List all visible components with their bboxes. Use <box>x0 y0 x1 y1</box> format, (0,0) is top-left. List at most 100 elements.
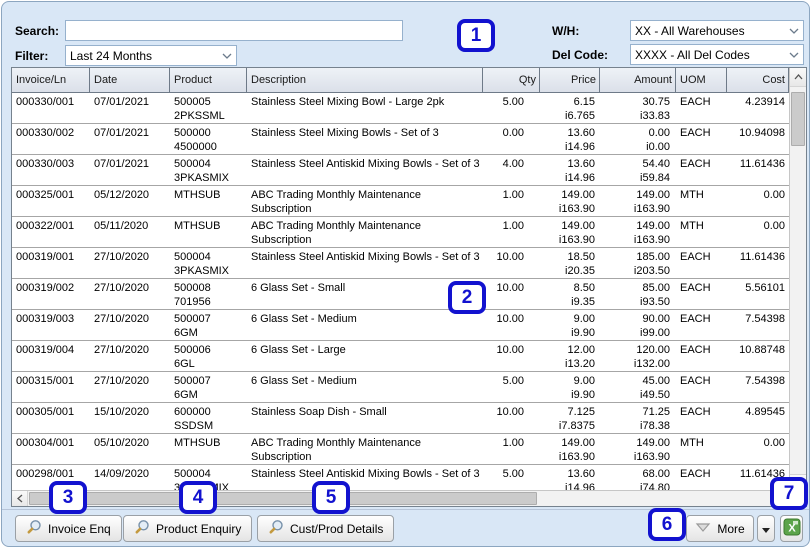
more-button[interactable]: More <box>686 515 754 542</box>
del-code-select[interactable]: XXXX - All Del Codes <box>630 44 804 65</box>
cell-uom: EACH <box>680 313 711 325</box>
callout-7: 7 <box>770 477 808 510</box>
cell-product: 500006 6GL <box>174 344 211 370</box>
cell-qty: 0.00 <box>502 127 524 139</box>
table-row[interactable]: 000330/001 07/01/2021 500005 2PKSSML Stainle… <box>12 93 789 124</box>
cell-description: ABC Trading Monthly Maintenance Subscrip… <box>251 189 421 215</box>
cell-invoice: 000304/001 <box>16 437 75 449</box>
cell-invoice: 000305/001 <box>16 406 75 418</box>
cell-product: 500005 2PKSSML <box>174 96 225 122</box>
cell-date: 27/10/2020 <box>94 375 150 387</box>
cell-description: Stainless Steel Antiskid Mixing Bowls - … <box>251 158 480 170</box>
cell-date: 27/10/2020 <box>94 251 150 263</box>
cell-date: 27/10/2020 <box>94 313 150 325</box>
cell-product: MTHSUB <box>174 437 221 449</box>
cell-description: ABC Trading Monthly Maintenance Subscrip… <box>251 220 421 246</box>
column-header-description[interactable]: Description <box>247 68 483 92</box>
column-header-uom[interactable]: UOM <box>676 68 727 92</box>
cell-description: Stainless Steel Mixing Bowl - Large 2pk <box>251 96 445 108</box>
horizontal-scrollbar[interactable] <box>12 490 789 506</box>
cell-description: ABC Trading Monthly Maintenance Subscrip… <box>251 437 421 463</box>
cell-invoice: 000322/001 <box>16 220 75 232</box>
cell-price: 8.50 i9.35 <box>571 282 595 308</box>
cell-product: MTHSUB <box>174 189 221 201</box>
column-header-qty[interactable]: Qty <box>483 68 540 92</box>
column-header-product[interactable]: Product <box>170 68 247 92</box>
cell-amount: 54.40 i59.84 <box>640 158 670 184</box>
cell-date: 07/01/2021 <box>94 96 150 108</box>
table-row[interactable]: 000305/001 15/10/2020 600000 SSDSM Stainless… <box>12 403 789 434</box>
vertical-scrollbar[interactable] <box>789 68 806 490</box>
table-row[interactable]: 000315/001 27/10/2020 500007 6GM 6 Glass Set… <box>12 372 789 403</box>
table-row[interactable]: 000319/003 27/10/2020 500007 6GM 6 Glass Set… <box>12 310 789 341</box>
chevron-down-icon <box>785 52 803 58</box>
search-input[interactable] <box>65 20 403 41</box>
column-header-price[interactable]: Price <box>540 68 600 92</box>
cell-price: 149.00 i163.90 <box>558 189 595 215</box>
more-dropdown-button[interactable] <box>757 515 775 542</box>
cell-uom: EACH <box>680 127 711 139</box>
column-header-cost[interactable]: Cost <box>727 68 789 92</box>
cell-qty: 10.00 <box>496 251 524 263</box>
product-enquiry-label: Product Enquiry <box>156 521 242 536</box>
vertical-scrollbar-thumb[interactable] <box>791 92 805 146</box>
cell-amount: 149.00 i163.90 <box>633 189 670 215</box>
cell-invoice: 000330/001 <box>16 96 75 108</box>
del-code-select-value: XXXX - All Del Codes <box>635 47 750 62</box>
table-row[interactable]: 000319/002 27/10/2020 500008 701956 6 Glass … <box>12 279 789 310</box>
cell-description: 6 Glass Set - Medium <box>251 313 357 325</box>
cell-description: 6 Glass Set - Large <box>251 344 346 356</box>
column-header-date[interactable]: Date <box>90 68 170 92</box>
enquiry-window: Search: Filter: Last 24 Months W/H: XX -… <box>1 1 810 547</box>
cell-qty: 10.00 <box>496 282 524 294</box>
cell-description: 6 Glass Set - Medium <box>251 375 357 387</box>
chevron-down-icon <box>785 28 803 34</box>
table-row[interactable]: 000330/003 07/01/2021 500004 3PKASMIX Stainl… <box>12 155 789 186</box>
table-row[interactable]: 000319/004 27/10/2020 500006 6GL 6 Glass Set… <box>12 341 789 372</box>
table-row[interactable]: 000322/001 05/11/2020 MTHSUB ABC Trading Mo… <box>12 217 789 248</box>
product-enquiry-button[interactable]: Product Enquiry <box>123 515 253 542</box>
cell-amount: 85.00 i93.50 <box>640 282 670 308</box>
cell-description: Stainless Soap Dish - Small <box>251 406 387 418</box>
triangle-down-icon <box>695 522 711 536</box>
callout-6: 6 <box>648 508 686 541</box>
export-excel-button[interactable]: X <box>780 515 803 542</box>
table-row[interactable]: 000330/002 07/01/2021 500000 4500000 Stainle… <box>12 124 789 155</box>
cell-date: 05/11/2020 <box>94 220 149 232</box>
callout-1: 1 <box>457 19 495 52</box>
horizontal-scrollbar-thumb[interactable] <box>29 492 537 505</box>
cell-product: 500000 4500000 <box>174 127 217 153</box>
cell-cost: 7.54398 <box>745 375 785 387</box>
cell-uom: MTH <box>680 437 704 449</box>
cust-prod-details-label: Cust/Prod Details <box>290 521 384 536</box>
filter-select[interactable]: Last 24 Months <box>65 45 237 66</box>
invoice-enq-button[interactable]: Invoice Enq <box>15 515 122 542</box>
table-row[interactable]: 000298/00114/09/20205000043PKASMIXStainl… <box>12 465 789 490</box>
cell-description: Stainless Steel Antiskid Mixing Bowls - … <box>251 468 480 480</box>
table-row[interactable]: 000304/001 05/10/2020 MTHSUB ABC Trading Mo… <box>12 434 789 465</box>
cell-invoice: 000319/003 <box>16 313 75 325</box>
cell-qty: 10.00 <box>496 313 524 325</box>
scroll-up-button[interactable] <box>790 68 806 87</box>
cell-amount: 30.75 i33.83 <box>640 96 670 122</box>
scroll-left-button[interactable] <box>12 491 28 506</box>
column-header-invoice-ln[interactable]: Invoice/Ln <box>12 68 90 92</box>
table-row[interactable]: 000325/001 05/12/2020 MTHSUB ABC Trading Mo… <box>12 186 789 217</box>
cell-qty: 10.00 <box>496 344 524 356</box>
cell-invoice: 000330/002 <box>16 127 75 139</box>
search-label: Search: <box>15 24 60 38</box>
column-header-amount[interactable]: Amount <box>600 68 676 92</box>
warehouse-select[interactable]: XX - All Warehouses <box>630 20 804 41</box>
cust-prod-details-button[interactable]: Cust/Prod Details <box>257 515 395 542</box>
cell-uom: EACH <box>680 344 711 356</box>
cell-qty: 4.00 <box>502 158 524 170</box>
button-bar: Invoice Enq Product Enquiry Cust/Prod De… <box>2 509 809 547</box>
cell-date: 05/10/2020 <box>94 437 150 449</box>
cell-price: 7.125 i7.8375 <box>558 406 595 432</box>
table-row[interactable]: 000319/001 27/10/2020 500004 3PKASMIX Stainl… <box>12 248 789 279</box>
invoice-enq-label: Invoice Enq <box>48 521 111 536</box>
caret-down-icon <box>762 522 770 536</box>
cell-cost: 7.54398 <box>745 313 785 325</box>
cell-date: 27/10/2020 <box>94 282 150 294</box>
cell-product: MTHSUB <box>174 220 221 232</box>
